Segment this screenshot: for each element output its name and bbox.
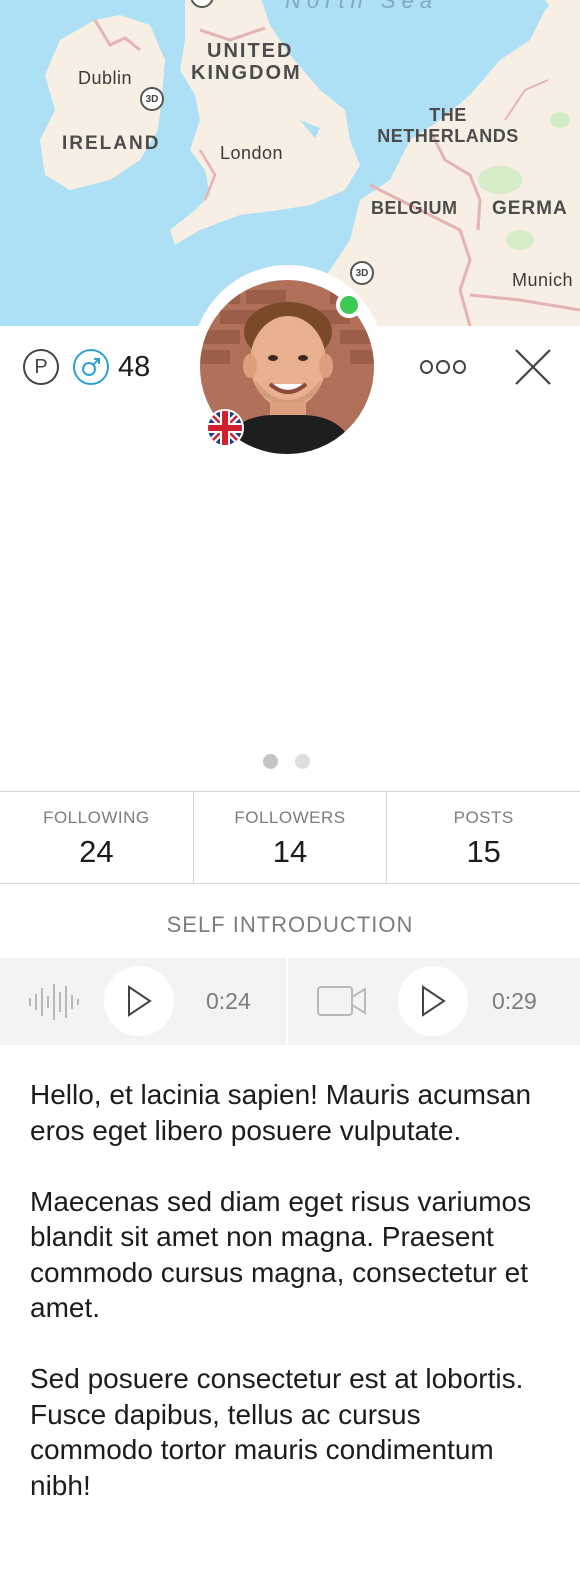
map-label-netherlands-line1: THE	[429, 105, 467, 125]
video-play-button[interactable]	[398, 966, 468, 1036]
audio-play-button[interactable]	[104, 966, 174, 1036]
video-intro: 0:29	[286, 958, 580, 1045]
premium-icon: P	[23, 349, 59, 385]
video-camera-icon	[317, 986, 366, 1016]
self-intro-media: 0:24 0:29	[0, 958, 580, 1045]
play-icon	[128, 985, 152, 1017]
map-label-munich: Munich	[512, 270, 574, 290]
stat-following[interactable]: FOLLOWING 24	[0, 792, 194, 883]
bio-paragraph: Hello, et lacinia sapien! Mauris acumsan…	[30, 1079, 532, 1146]
map-label-sea: North Sea	[285, 0, 439, 13]
self-introduction-title: SELF INTRODUCTION	[166, 912, 414, 937]
map-label-germany: GERMA	[492, 198, 568, 219]
pager-dot[interactable]	[295, 754, 310, 769]
close-button[interactable]	[512, 346, 554, 388]
male-gender-icon	[73, 349, 109, 385]
more-options-button[interactable]	[420, 358, 466, 376]
online-status-indicator	[336, 292, 362, 318]
play-icon	[422, 985, 446, 1017]
age-label: 48	[118, 351, 151, 383]
3d-badge-icon: 3D	[140, 87, 164, 111]
map-label-london: London	[220, 143, 284, 163]
audio-waveform-icon	[29, 984, 79, 1020]
map-label-netherlands: THE NETHERLANDS	[375, 105, 521, 147]
audio-duration: 0:24	[206, 988, 251, 1014]
more-dot-icon	[420, 360, 434, 374]
3d-badge-icon: 3D	[350, 261, 374, 285]
stat-followers[interactable]: FOLLOWERS 14	[194, 792, 388, 883]
stat-label: FOLLOWERS	[234, 808, 346, 827]
photo-pager[interactable]	[263, 754, 310, 769]
close-icon	[515, 349, 551, 385]
uk-flag-icon	[206, 409, 244, 447]
more-dot-icon	[436, 360, 450, 374]
stat-value: 15	[466, 834, 501, 869]
stat-label: FOLLOWING	[43, 808, 150, 827]
map-label-belgium: BELGIUM	[371, 198, 458, 218]
pager-dot-active[interactable]	[263, 754, 278, 769]
stat-value: 14	[272, 834, 308, 869]
video-duration: 0:29	[492, 988, 537, 1014]
bio-paragraph: Maecenas sed diam eget risus variumos bl…	[30, 1185, 532, 1324]
stats-bar: FOLLOWING 24 FOLLOWERS 14 POSTS 15	[0, 791, 580, 884]
audio-intro: 0:24	[0, 958, 286, 1045]
map-label-dublin: Dublin	[78, 68, 133, 88]
map-label-uk-line2: KINGDOM	[191, 62, 302, 84]
map-label-netherlands-line2: NETHERLANDS	[377, 126, 519, 146]
stat-value: 24	[79, 834, 114, 869]
stat-posts[interactable]: POSTS 15	[387, 792, 580, 883]
more-dot-icon	[452, 360, 466, 374]
map-label-uk-line1: UNITED	[207, 40, 294, 62]
bio-paragraph: Sed posuere consectetur est at lobortis.…	[30, 1363, 524, 1501]
map-label-ireland: IRELAND	[62, 133, 161, 154]
stat-label: POSTS	[453, 808, 514, 827]
bio-text: Hello, et lacinia sapien! Mauris acumsan…	[30, 1077, 550, 1539]
